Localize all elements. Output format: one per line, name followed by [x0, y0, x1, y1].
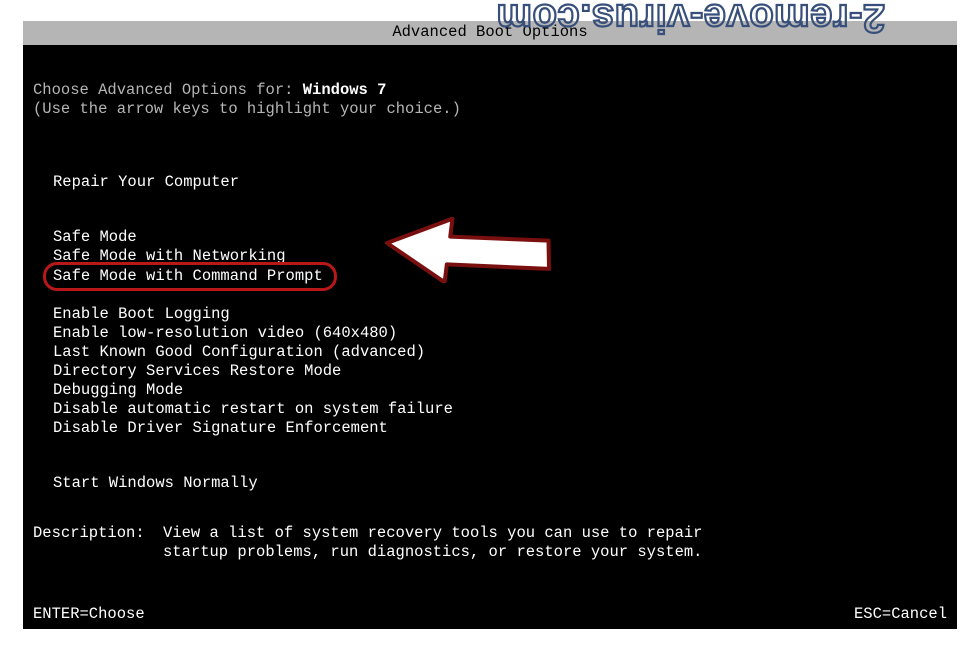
menu-item-ds-restore-mode[interactable]: Directory Services Restore Mode [53, 362, 947, 381]
prompt-line: Choose Advanced Options for: Windows 7 [33, 81, 947, 100]
footer-bar: ENTER=Choose ESC=Cancel [33, 605, 947, 624]
menu-item-safe-mode-cmd[interactable]: Safe Mode with Command Prompt [33, 266, 947, 288]
menu-item-start-normally[interactable]: Start Windows Normally [53, 474, 947, 493]
description-text: View a list of system recovery tools you… [163, 524, 703, 562]
menu-item-boot-logging[interactable]: Enable Boot Logging [53, 305, 947, 324]
title-bar: Advanced Boot Options [23, 21, 957, 45]
menu-item-repair[interactable]: Repair Your Computer [53, 173, 947, 192]
menu-item-low-res-video[interactable]: Enable low-resolution video (640x480) [53, 324, 947, 343]
description-block: Description: View a list of system recov… [33, 524, 703, 562]
title-text: Advanced Boot Options [392, 23, 587, 41]
menu-item-safe-mode-networking[interactable]: Safe Mode with Networking [53, 247, 947, 266]
prompt-prefix: Choose Advanced Options for: [33, 81, 303, 99]
boot-console: Advanced Boot Options Choose Advanced Op… [23, 21, 957, 629]
menu-item-safe-mode[interactable]: Safe Mode [53, 228, 947, 247]
os-name: Windows 7 [303, 81, 387, 99]
menu-item-disable-auto-restart[interactable]: Disable automatic restart on system fail… [53, 400, 947, 419]
footer-esc: ESC=Cancel [854, 605, 947, 624]
menu-item-debugging-mode[interactable]: Debugging Mode [53, 381, 947, 400]
footer-enter: ENTER=Choose [33, 605, 145, 624]
menu-item-last-known-good[interactable]: Last Known Good Configuration (advanced) [53, 343, 947, 362]
content-area: Choose Advanced Options for: Windows 7 (… [33, 81, 947, 493]
menu-item-safe-mode-cmd-label: Safe Mode with Command Prompt [47, 266, 333, 288]
menu-item-disable-driver-sig[interactable]: Disable Driver Signature Enforcement [53, 419, 947, 438]
description-label: Description: [33, 524, 163, 562]
hint-line: (Use the arrow keys to highlight your ch… [33, 100, 947, 119]
